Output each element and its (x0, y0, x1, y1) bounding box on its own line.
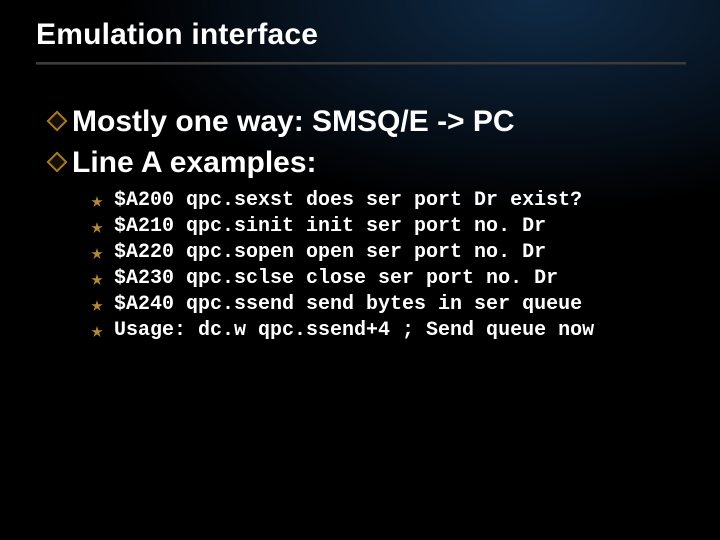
code-line: $A210 qpc.sinit init ser port no. Dr (114, 215, 546, 238)
code-line: $A230 qpc.sclse close ser port no. Dr (114, 267, 558, 290)
title-underline (36, 62, 686, 65)
code-line: $A240 qpc.ssend send bytes in ser queue (114, 293, 582, 316)
star-icon (90, 325, 104, 339)
star-icon (90, 247, 104, 261)
bullet-text: Line A examples: (72, 145, 317, 182)
star-icon (90, 195, 104, 209)
bullet-text: Mostly one way: SMSQ/E -> PC (72, 104, 515, 141)
slide: Emulation interface Mostly one way: SMSQ… (0, 0, 720, 540)
code-line: $A200 qpc.sexst does ser port Dr exist? (114, 189, 582, 212)
diamond-icon (46, 151, 68, 173)
bullet-level2: $A240 qpc.ssend send bytes in ser queue (90, 293, 680, 316)
slide-body: Mostly one way: SMSQ/E -> PC Line A exam… (46, 104, 680, 345)
bullet-level2: $A230 qpc.sclse close ser port no. Dr (90, 267, 680, 290)
diamond-icon (46, 110, 68, 132)
bullet-level1: Mostly one way: SMSQ/E -> PC (46, 104, 680, 141)
code-line: $A220 qpc.sopen open ser port no. Dr (114, 241, 546, 264)
star-icon (90, 299, 104, 313)
title-block: Emulation interface (36, 18, 684, 65)
sub-bullet-group: $A200 qpc.sexst does ser port Dr exist? … (90, 189, 680, 342)
slide-title: Emulation interface (36, 18, 684, 52)
bullet-level2: Usage: dc.w qpc.ssend+4 ; Send queue now (90, 319, 680, 342)
code-line: Usage: dc.w qpc.ssend+4 ; Send queue now (114, 319, 594, 342)
star-icon (90, 221, 104, 235)
star-icon (90, 273, 104, 287)
bullet-level2: $A200 qpc.sexst does ser port Dr exist? (90, 189, 680, 212)
bullet-level2: $A220 qpc.sopen open ser port no. Dr (90, 241, 680, 264)
bullet-level1: Line A examples: (46, 145, 680, 182)
bullet-level2: $A210 qpc.sinit init ser port no. Dr (90, 215, 680, 238)
